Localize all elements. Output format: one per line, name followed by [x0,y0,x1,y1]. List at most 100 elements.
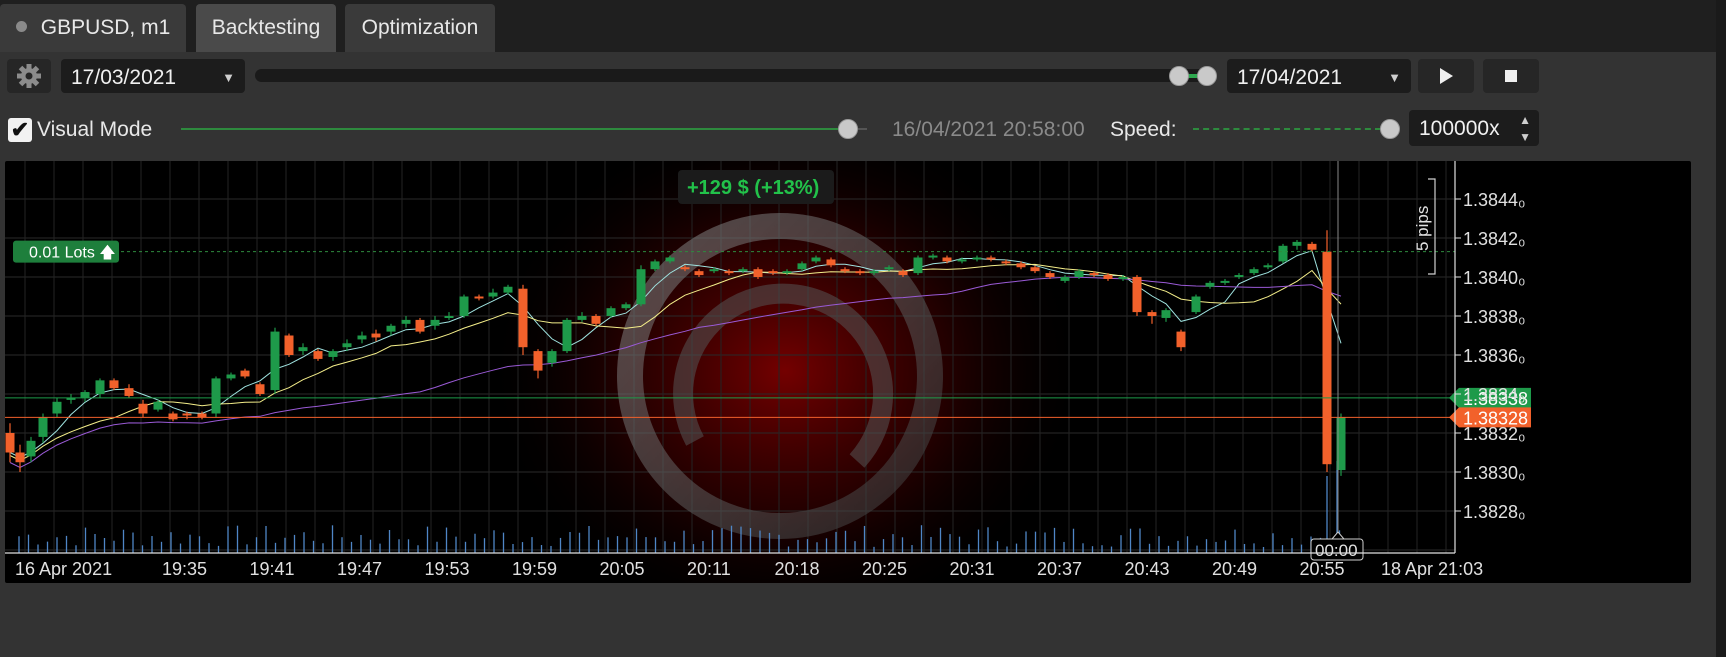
time-tick-label: 19:35 [162,559,207,579]
play-button[interactable] [1418,59,1474,93]
candle-up [1118,277,1128,279]
price-axis: 1.3844₀ 1.3842₀ 1.3840₀ 1.3838₀ 1.3836₀ 1.383… [1454,161,1526,553]
time-tick-label: 20:55 [1300,559,1345,579]
time-tick-label: 20:18 [775,559,820,579]
chart-canvas[interactable]: 1.383381.383280.01 Lots 🡅+129 $ (+13%)5 … [5,161,1691,583]
end-date-dropdown[interactable]: 17/04/2021 ▼ [1227,59,1411,93]
tab-label: Backtesting [211,16,321,39]
pips-label: 5 pips [1413,206,1432,251]
price-tick-label: 1.3830₀ [1463,463,1526,483]
time-tick-label: 19:59 [512,559,557,579]
candle-up [386,325,396,332]
price-tick-label: 1.3838₀ [1463,307,1526,327]
tab-strip: GBPUSD, m1 Backtesting Optimization [0,0,1726,52]
pnl-label: +129 $ (+13%) [687,177,819,199]
candle-down [255,384,265,394]
candle-up [488,292,498,297]
stop-button[interactable] [1483,59,1539,93]
date-range-start-handle[interactable] [1169,66,1189,86]
candle-up [503,286,513,293]
tab-backtesting[interactable]: Backtesting [196,4,336,52]
candle-down [124,388,134,396]
date-range-end-handle[interactable] [1197,66,1217,86]
play-icon [1440,68,1453,84]
candle-up [1220,280,1230,283]
start-date-value: 17/03/2021 [71,66,177,89]
speed-slider-handle[interactable] [1380,119,1400,139]
gear-icon [17,64,41,88]
price-chart[interactable]: 1.38338 1.38328 0.01 Lots 🡅 +129 $ (+13%) 5 … [5,161,1691,583]
candle-down [591,316,601,324]
start-date-dropdown[interactable]: 17/03/2021 ▼ [61,59,245,93]
candle-up [562,319,572,352]
date-range-slider[interactable] [255,69,1217,82]
candle-down [533,351,543,371]
time-tick-label: 20:05 [600,559,645,579]
candle-up [547,351,557,363]
candle-up [1278,245,1288,262]
candle-up [430,319,440,326]
candle-up [913,257,923,274]
candle-down [694,271,704,276]
candle-up [636,269,646,305]
candle-down [313,351,323,359]
speed-slider[interactable] [1193,128,1381,130]
candle-up [298,347,308,352]
tab-chart-gbpusd[interactable]: GBPUSD, m1 [0,4,186,52]
candle-up [1060,277,1070,281]
candle-up [328,351,338,357]
time-tick-label: 19:47 [337,559,382,579]
candle-down [15,452,25,463]
candle-up [357,335,367,340]
end-date-value: 17/04/2021 [1237,66,1343,89]
right-scrollbar[interactable] [1716,0,1726,657]
current-sim-time: 16/04/2021 20:58:00 [892,118,1085,141]
settings-button[interactable] [7,59,51,93]
price-tick-label: 1.3840₀ [1463,268,1526,288]
time-marker-label: 00:00 [1315,541,1358,560]
time-tick-label: 20:25 [862,559,907,579]
candle-up [26,440,36,457]
price-tick-label: 1.3836₀ [1463,346,1526,366]
price-tick-label: 1.3842₀ [1463,229,1526,249]
visual-mode-checkbox[interactable]: ✔ [8,118,32,142]
candle-up [621,304,631,309]
candle-down [840,269,850,272]
candle-up [1205,282,1215,287]
candle-down [898,271,908,276]
candle-up [1249,269,1259,274]
candle-down [942,257,952,262]
candle-up [972,257,982,260]
speed-spinner[interactable]: 100000x ▲ ▼ [1409,110,1539,146]
candle-up [1234,275,1244,278]
candle-up [1161,310,1171,318]
candle-up [1191,296,1201,313]
visual-progress-slider[interactable] [181,128,857,130]
candle-down [1016,263,1026,268]
visual-progress-handle[interactable] [838,119,858,139]
candle-up [38,417,48,437]
candle-up [869,271,879,274]
price-tick-label: 1.3832₀ [1463,424,1526,444]
status-dot-icon [15,20,27,32]
lots-badge-label[interactable]: 0.01 Lots 🡅 [29,245,116,262]
candle-down [415,319,425,332]
candle-up [342,343,352,348]
tab-optimization[interactable]: Optimization [345,4,495,52]
speed-label: Speed: [1110,118,1177,141]
candle-up [52,401,62,414]
time-tick-label: 20:31 [950,559,995,579]
price-tick-label: 1.3844₀ [1463,190,1526,210]
time-tick-label: 20:11 [687,559,731,579]
candle-down [1322,251,1332,465]
candle-down [1103,275,1113,279]
candle-down [182,413,192,416]
candle-down [284,335,294,355]
spinner-down-icon[interactable]: ▼ [1519,118,1531,156]
candle-up [577,316,587,320]
candle-up [928,255,938,258]
candle-down [986,257,996,260]
time-tick-label: 19:41 [250,559,295,579]
time-tick-label: 20:49 [1212,559,1257,579]
candle-up [797,263,807,270]
